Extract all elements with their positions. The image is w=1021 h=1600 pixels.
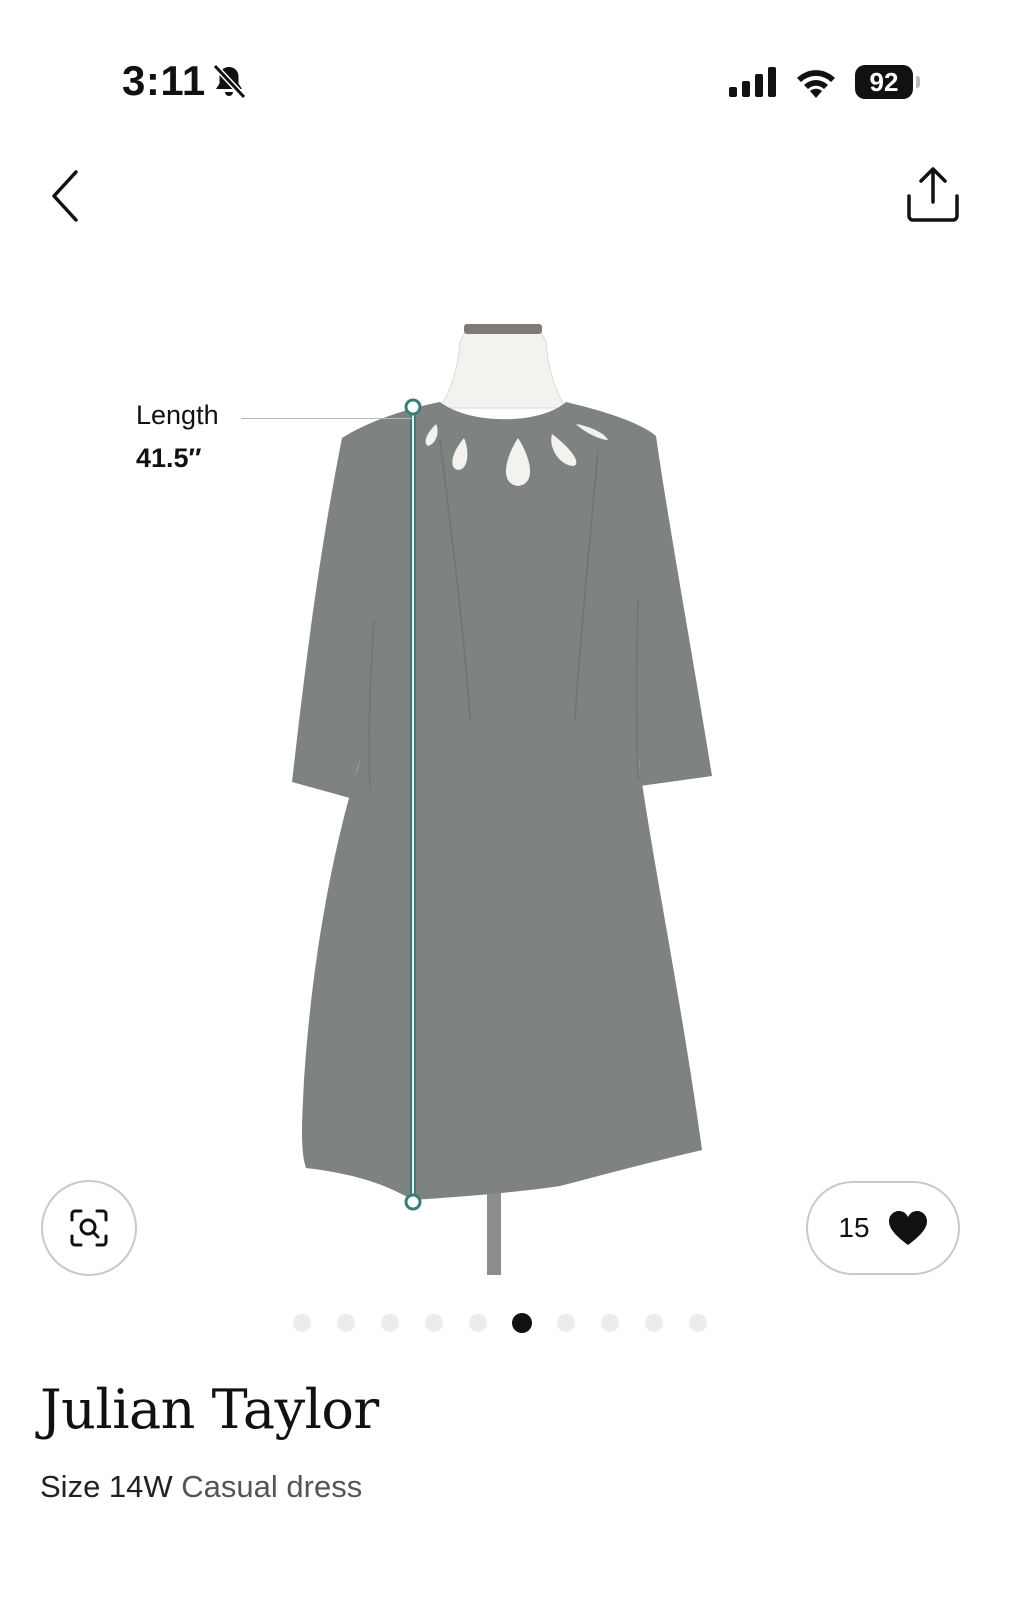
product-subtitle: Size 14W Casual dress bbox=[40, 1468, 362, 1506]
back-button[interactable] bbox=[44, 168, 92, 224]
mannequin-stand bbox=[487, 1180, 501, 1275]
visual-search-icon bbox=[70, 1209, 108, 1247]
like-count: 15 bbox=[838, 1212, 870, 1243]
measurement-label: Length bbox=[136, 400, 219, 430]
battery-level: 92 bbox=[869, 67, 899, 97]
chevron-left-icon bbox=[52, 170, 78, 222]
like-button[interactable]: 15 bbox=[806, 1181, 960, 1275]
measurement-leader-line bbox=[241, 418, 413, 419]
product-brand: Julian Taylor bbox=[40, 1378, 379, 1441]
pagination-dot[interactable] bbox=[425, 1314, 443, 1332]
pagination-dot[interactable] bbox=[689, 1314, 707, 1332]
image-pagination bbox=[0, 1313, 1021, 1333]
pagination-dot[interactable] bbox=[557, 1314, 575, 1332]
signal-icon bbox=[729, 67, 776, 97]
pagination-dot[interactable] bbox=[601, 1314, 619, 1332]
status-time: 3:11 bbox=[122, 57, 206, 104]
measurement-start bbox=[404, 398, 422, 416]
share-icon bbox=[907, 167, 959, 222]
pagination-dot[interactable] bbox=[337, 1314, 355, 1332]
measurement-value: 41.5″ bbox=[136, 443, 202, 473]
pagination-dot[interactable] bbox=[293, 1314, 311, 1332]
pagination-dot[interactable] bbox=[645, 1314, 663, 1332]
product-category: Casual dress bbox=[181, 1469, 363, 1504]
pagination-dot-active[interactable] bbox=[512, 1313, 532, 1333]
battery-icon: 92 bbox=[855, 65, 920, 99]
mannequin-neck bbox=[439, 329, 567, 409]
pagination-dot[interactable] bbox=[469, 1314, 487, 1332]
pagination-dot[interactable] bbox=[381, 1314, 399, 1332]
wifi-icon bbox=[797, 70, 835, 98]
product-size: Size 14W bbox=[40, 1469, 173, 1504]
heart-icon bbox=[888, 1211, 927, 1245]
bell-slash-icon bbox=[212, 63, 247, 100]
status-icons: 92 bbox=[729, 62, 920, 102]
share-button[interactable] bbox=[905, 166, 961, 224]
visual-search-button[interactable] bbox=[41, 1180, 137, 1276]
measurement-end bbox=[404, 1193, 422, 1211]
dress bbox=[292, 402, 712, 1200]
